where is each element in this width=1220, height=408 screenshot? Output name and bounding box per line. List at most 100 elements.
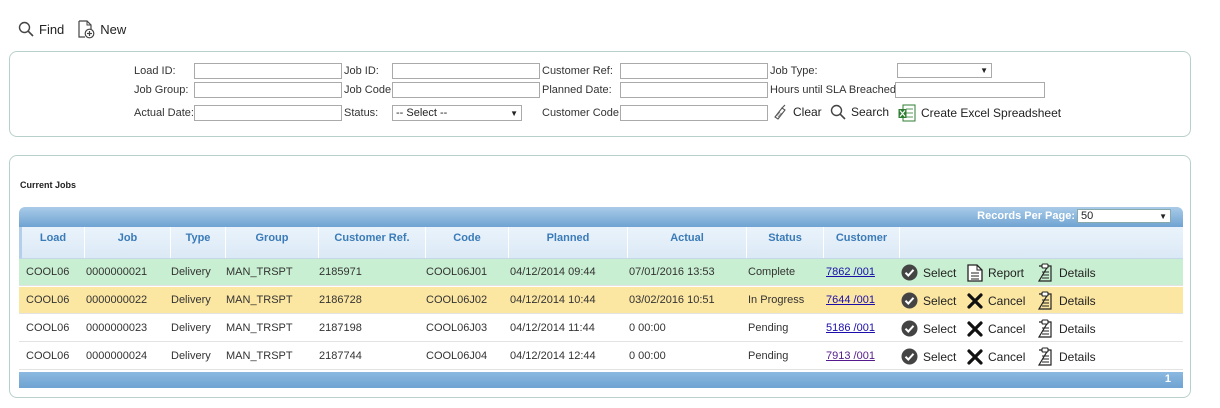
find-label: Find — [39, 21, 65, 37]
report-icon — [967, 263, 983, 282]
cell-status: Pending — [748, 350, 789, 362]
actual-date-input[interactable] — [194, 105, 342, 121]
customer-code-input[interactable] — [620, 105, 768, 121]
cancel-label: Cancel — [988, 293, 1026, 308]
grid-header-bar: Records Per Page: 50 ▼ — [19, 207, 1183, 227]
table-row[interactable]: COOL06 0000000022 Delivery MAN_TRSPT 218… — [19, 287, 1183, 314]
job-code-label: Job Code — [344, 84, 392, 96]
cell-load: COOL06 — [26, 350, 70, 362]
hours-sla-input[interactable] — [895, 82, 1045, 98]
table-row[interactable]: COOL06 0000000021 Delivery MAN_TRSPT 218… — [19, 259, 1183, 286]
cell-job: 0000000024 — [86, 350, 148, 362]
cell-actual: 0 00:00 — [629, 350, 666, 362]
select-label: Select — [923, 293, 957, 308]
cell-load: COOL06 — [26, 294, 70, 306]
page-number-link[interactable]: 1 — [1165, 373, 1171, 385]
column-header-group[interactable]: Group — [226, 227, 319, 258]
column-header-customer-ref[interactable]: Customer Ref. — [319, 227, 426, 258]
column-header-load[interactable]: Load — [22, 227, 85, 258]
actual-date-label: Actual Date: — [134, 107, 194, 119]
check-circle-icon — [901, 320, 918, 337]
check-circle-icon — [901, 348, 918, 365]
cell-load: COOL06 — [26, 322, 70, 334]
status-select[interactable]: -- Select -- ▼ — [392, 105, 522, 121]
check-circle-icon — [901, 292, 918, 309]
cell-type: Delivery — [171, 266, 211, 278]
toolbar: Find New — [18, 19, 140, 39]
cell-actual: 03/02/2016 10:51 — [629, 294, 715, 306]
select-button[interactable]: Select — [901, 343, 956, 370]
cell-planned: 04/12/2014 12:44 — [510, 350, 596, 362]
customer-ref-input[interactable] — [620, 63, 768, 79]
planned-date-input[interactable] — [620, 82, 768, 98]
column-header-type[interactable]: Type — [171, 227, 226, 258]
cancel-button[interactable]: Cancel — [967, 287, 1025, 314]
records-per-page-label: Records Per Page: — [977, 210, 1075, 222]
details-label: Details — [1059, 293, 1096, 308]
cell-planned: 04/12/2014 11:44 — [510, 322, 595, 334]
clear-button[interactable]: Clear — [772, 104, 822, 120]
filter-panel: Load ID: Job ID: Customer Ref: Job Type:… — [9, 51, 1191, 137]
job-code-input[interactable] — [392, 82, 540, 98]
load-id-label: Load ID: — [134, 65, 176, 77]
customer-link[interactable]: 5186 /001 — [826, 322, 875, 334]
cell-actual: 07/01/2016 13:53 — [629, 266, 715, 278]
load-id-input[interactable] — [194, 63, 342, 79]
jobs-title: Current Jobs — [20, 180, 77, 190]
records-per-page-select[interactable]: 50 ▼ — [1077, 209, 1171, 223]
close-icon — [967, 292, 983, 309]
cancel-button[interactable]: Cancel — [967, 343, 1025, 370]
cell-type: Delivery — [171, 350, 211, 362]
column-header-planned[interactable]: Planned — [509, 227, 628, 258]
chevron-down-icon: ▼ — [510, 108, 518, 118]
job-type-select[interactable]: ▼ — [897, 63, 992, 78]
cell-group: MAN_TRSPT — [226, 294, 293, 306]
create-excel-button[interactable]: Create Excel Spreadsheet — [898, 104, 1061, 122]
job-group-input[interactable] — [194, 82, 342, 98]
records-per-page-value: 50 — [1081, 210, 1094, 222]
cell-customer-ref: 2187744 — [319, 350, 362, 362]
cell-planned: 04/12/2014 09:44 — [510, 266, 596, 278]
search-button[interactable]: Search — [830, 104, 889, 120]
cancel-button[interactable]: Cancel — [967, 315, 1025, 342]
find-button[interactable]: Find — [18, 21, 64, 37]
search-icon — [18, 21, 34, 37]
search-icon — [830, 104, 846, 120]
report-button[interactable]: Report — [967, 259, 1024, 286]
select-button[interactable]: Select — [901, 259, 956, 286]
chevron-down-icon: ▼ — [980, 66, 988, 75]
clipboard-icon — [1037, 319, 1052, 338]
job-id-input[interactable] — [392, 63, 540, 79]
column-header-code[interactable]: Code — [426, 227, 509, 258]
cell-job: 0000000023 — [86, 322, 148, 334]
column-header-customer[interactable]: Customer — [824, 227, 900, 258]
details-button[interactable]: Details — [1036, 315, 1096, 342]
table-row[interactable]: COOL06 0000000023 Delivery MAN_TRSPT 218… — [19, 315, 1183, 342]
select-button[interactable]: Select — [901, 287, 956, 314]
select-label: Select — [923, 321, 957, 336]
details-button[interactable]: Details — [1036, 287, 1096, 314]
cell-customer-ref: 2186728 — [319, 294, 362, 306]
cell-job: 0000000022 — [86, 294, 148, 306]
details-label: Details — [1059, 321, 1096, 336]
column-header-job[interactable]: Job — [85, 227, 171, 258]
grid-footer-bar: 1 — [19, 372, 1183, 388]
cell-code: COOL06J02 — [426, 294, 488, 306]
cell-status: Pending — [748, 322, 789, 334]
new-document-icon — [78, 19, 95, 38]
column-header-status[interactable]: Status — [747, 227, 824, 258]
table-row[interactable]: COOL06 0000000024 Delivery MAN_TRSPT 218… — [19, 343, 1183, 370]
customer-link[interactable]: 7862 /001 — [826, 266, 875, 278]
customer-link[interactable]: 7644 /001 — [826, 294, 875, 306]
cancel-label: Cancel — [988, 349, 1026, 364]
customer-link[interactable]: 7913 /001 — [826, 350, 875, 362]
select-button[interactable]: Select — [901, 315, 956, 342]
details-button[interactable]: Details — [1036, 259, 1096, 286]
new-label: New — [100, 21, 127, 37]
details-label: Details — [1059, 349, 1096, 364]
details-button[interactable]: Details — [1036, 343, 1096, 370]
cell-code: COOL06J01 — [426, 266, 488, 278]
cell-group: MAN_TRSPT — [226, 350, 293, 362]
column-header-actual[interactable]: Actual — [628, 227, 747, 258]
new-button[interactable]: New — [78, 19, 127, 39]
